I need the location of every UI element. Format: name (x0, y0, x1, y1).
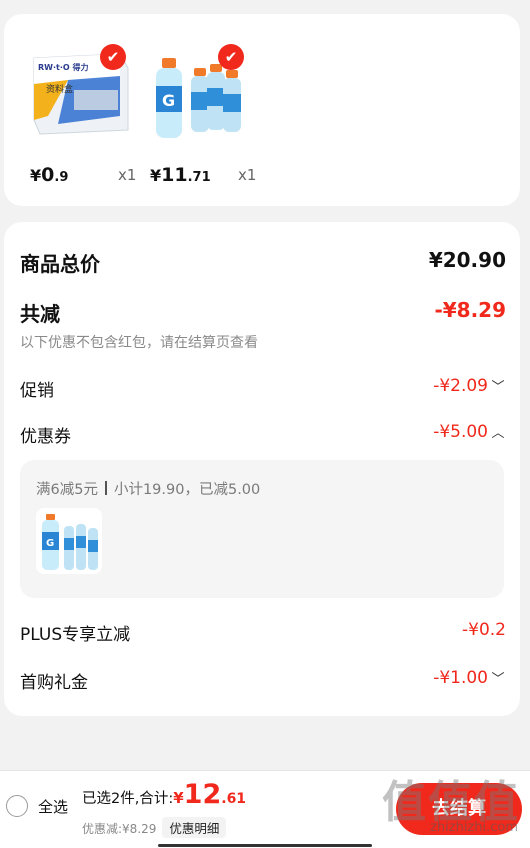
divider (104, 481, 107, 495)
coupon-rule: 满6减5元 (36, 482, 98, 498)
product-price: ¥0.9 (30, 164, 69, 186)
plus-discount-value: -¥0.2 (462, 620, 506, 640)
price-summary-card: 商品总价 ¥20.90 共减 -¥8.29 以下优惠不包含红包，请在结算页查看 … (4, 222, 520, 716)
product-price: ¥11.71 (150, 164, 211, 186)
svg-text:G: G (162, 91, 175, 110)
price-row: ¥11.71 x1 (150, 162, 380, 186)
plus-discount-label: PLUS专享立减 (20, 625, 131, 645)
chevron-up-icon[interactable]: ︿ (490, 422, 506, 441)
product-quantity: x1 (118, 166, 137, 184)
selected-check-icon[interactable]: ✔ (218, 44, 244, 70)
plus-discount-row: PLUS专享立减 -¥0.2 (20, 620, 506, 646)
total-reduction-label: 共减 (20, 302, 60, 326)
coupon-detail-panel: 满6减5元 小计19.90，已减5.00 G (20, 460, 504, 598)
first-purchase-row[interactable]: 首购礼金 -¥1.00 ﹀ (20, 668, 506, 694)
first-purchase-label: 首购礼金 (20, 673, 88, 693)
select-all-label[interactable]: 全选 (38, 796, 68, 817)
total-reduction-value: -¥8.29 (434, 298, 506, 322)
selected-products-card: RW·t·O 得力 资料盒 ✔ ¥0.9 x1 G ✔ ¥11.71 x1 (4, 14, 520, 206)
promotion-row[interactable]: 促销 -¥2.09 ﹀ (20, 376, 506, 402)
svg-text:RW·t·O 得力: RW·t·O 得力 (38, 62, 88, 72)
selected-total: 已选2件,合计:¥12.61 (82, 779, 247, 810)
select-all-radio[interactable] (6, 795, 28, 817)
watermark-url: zhizhizhi.com (430, 820, 518, 835)
first-purchase-value[interactable]: -¥1.00 ﹀ (433, 668, 506, 688)
reduction-note: 以下优惠不包含红包，请在结算页查看 (20, 335, 258, 351)
discount-detail-button[interactable]: 优惠明细 (162, 817, 227, 838)
reduction-note-row: 以下优惠不包含红包，请在结算页查看 (20, 332, 506, 352)
home-indicator[interactable] (158, 844, 372, 847)
coupon-subtotal: 小计19.90，已减5.00 (113, 482, 261, 498)
svg-text:G: G (46, 538, 54, 549)
promotion-label: 促销 (20, 381, 54, 401)
product-quantity: x1 (238, 166, 257, 184)
total-price-label: 商品总价 (20, 252, 100, 276)
total-price-value: ¥20.90 (428, 248, 506, 272)
coupon-product-image: G (36, 508, 102, 574)
chevron-down-icon[interactable]: ﹀ (490, 376, 506, 395)
coupon-row[interactable]: 优惠券 -¥5.00 ︿ (20, 422, 506, 448)
svg-text:资料盒: 资料盒 (46, 83, 73, 95)
total-price-row: 商品总价 ¥20.90 (20, 248, 506, 276)
discount-summary: 优惠减:¥8.29 优惠明细 (82, 817, 227, 838)
discount-amount: 优惠减:¥8.29 (82, 822, 157, 836)
total-reduction-row: 共减 -¥8.29 (20, 298, 506, 326)
coupon-detail-line: 满6减5元 小计19.90，已减5.00 (36, 478, 260, 499)
coupon-value[interactable]: -¥5.00 ︿ (433, 422, 506, 442)
promotion-value[interactable]: -¥2.09 ﹀ (433, 376, 506, 396)
coupon-label: 优惠券 (20, 427, 71, 447)
chevron-down-icon[interactable]: ﹀ (490, 668, 506, 687)
selected-check-icon[interactable]: ✔ (100, 44, 126, 70)
